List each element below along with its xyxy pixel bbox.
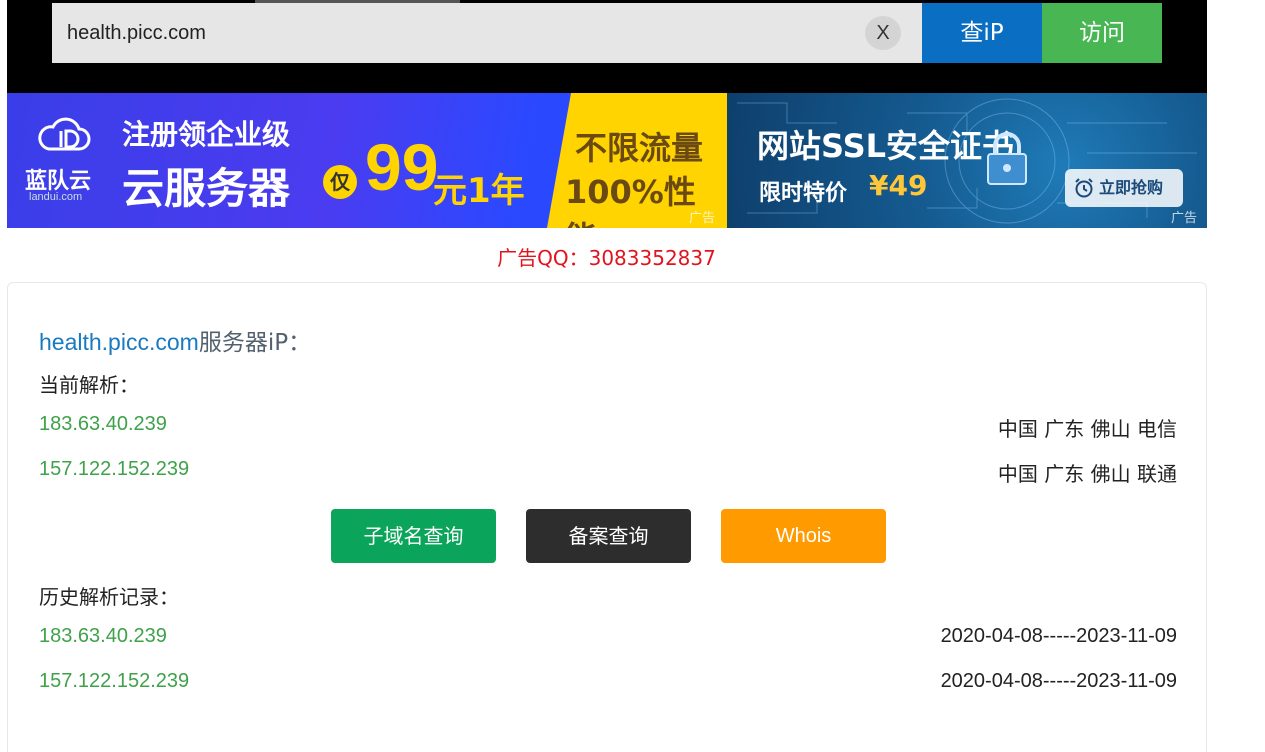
result-title: health.picc.com服务器iP： xyxy=(39,323,311,357)
buy-now-label: 立即抢购 xyxy=(1099,178,1164,197)
banner-ads: 蓝队云 landui.com 注册领企业级 云服务器 仅 99 元1年 不限流量… xyxy=(7,93,1207,228)
beian-query-button[interactable]: 备案查询 xyxy=(526,509,691,563)
ad-brand-domain: landui.com xyxy=(29,191,83,203)
lock-icon xyxy=(987,132,1027,185)
history-date-range: 2020-04-08-----2023-11-09 xyxy=(940,670,1177,692)
current-resolution-label: 当前解析： xyxy=(39,373,139,397)
current-row: 157.122.152.239 中国 广东 佛山 联通 xyxy=(39,458,1177,488)
ssl-ad-subtitle: 限时特价 xyxy=(759,181,848,206)
ad-price-unit: 元1年 xyxy=(433,171,525,211)
ip-location: 中国 广东 佛山 联通 xyxy=(997,462,1177,486)
history-ip[interactable]: 157.122.152.239 xyxy=(39,670,189,693)
alarm-clock-icon xyxy=(1075,178,1093,198)
whois-button[interactable]: Whois xyxy=(721,509,886,563)
lookup-ip-button[interactable]: 查iP xyxy=(922,3,1042,63)
ad-price: 99 xyxy=(365,130,439,204)
subdomain-query-button[interactable]: 子域名查询 xyxy=(331,509,496,563)
ip-location: 中国 广东 佛山 电信 xyxy=(997,417,1177,441)
result-title-suffix: 服务器iP： xyxy=(198,330,312,356)
ip-result-card: health.picc.com服务器iP： 当前解析： 183.63.40.23… xyxy=(7,282,1207,752)
history-ip[interactable]: 183.63.40.239 xyxy=(39,625,167,648)
history-date-range: 2020-04-08-----2023-11-09 xyxy=(940,625,1177,647)
clear-input-button[interactable]: X xyxy=(865,16,901,50)
current-row: 183.63.40.239 中国 广东 佛山 电信 xyxy=(39,413,1177,443)
cloud-logo-icon xyxy=(38,117,91,151)
ad-tag: 广告 xyxy=(689,211,716,226)
ssl-ad-price: ¥49 xyxy=(869,169,928,202)
visit-button[interactable]: 访问 xyxy=(1042,3,1162,63)
ssl-ad-title: 网站SSL安全证书 xyxy=(757,127,1015,165)
history-row: 157.122.152.239 2020-04-08-----2023-11-0… xyxy=(39,670,1177,700)
result-domain: health.picc.com xyxy=(39,329,199,355)
ad-only-badge: 仅 xyxy=(323,165,357,199)
search-field-wrapper: X xyxy=(52,3,922,63)
ad-feature-traffic: 不限流量 xyxy=(575,129,704,167)
domain-search-input[interactable] xyxy=(52,3,852,63)
history-row: 183.63.40.239 2020-04-08-----2023-11-09 xyxy=(39,625,1177,655)
ad-contact-qq: 广告QQ：3083352837 xyxy=(497,246,716,270)
ssl-certificate-ad[interactable]: 网站SSL安全证书 限时特价 ¥49 立即抢购 广告 xyxy=(727,93,1207,228)
cloud-server-ad[interactable]: 蓝队云 landui.com 注册领企业级 云服务器 仅 99 元1年 不限流量… xyxy=(7,93,747,228)
buy-now-button[interactable]: 立即抢购 xyxy=(1065,169,1183,207)
history-label: 历史解析记录： xyxy=(39,585,179,609)
ad-tag: 广告 xyxy=(1171,211,1198,226)
current-ip[interactable]: 183.63.40.239 xyxy=(39,413,167,436)
search-bar: X 查iP 访问 xyxy=(7,0,1207,93)
ad-headline: 注册领企业级 xyxy=(122,118,291,151)
current-ip[interactable]: 157.122.152.239 xyxy=(39,458,189,481)
ad-product: 云服务器 xyxy=(122,164,291,213)
